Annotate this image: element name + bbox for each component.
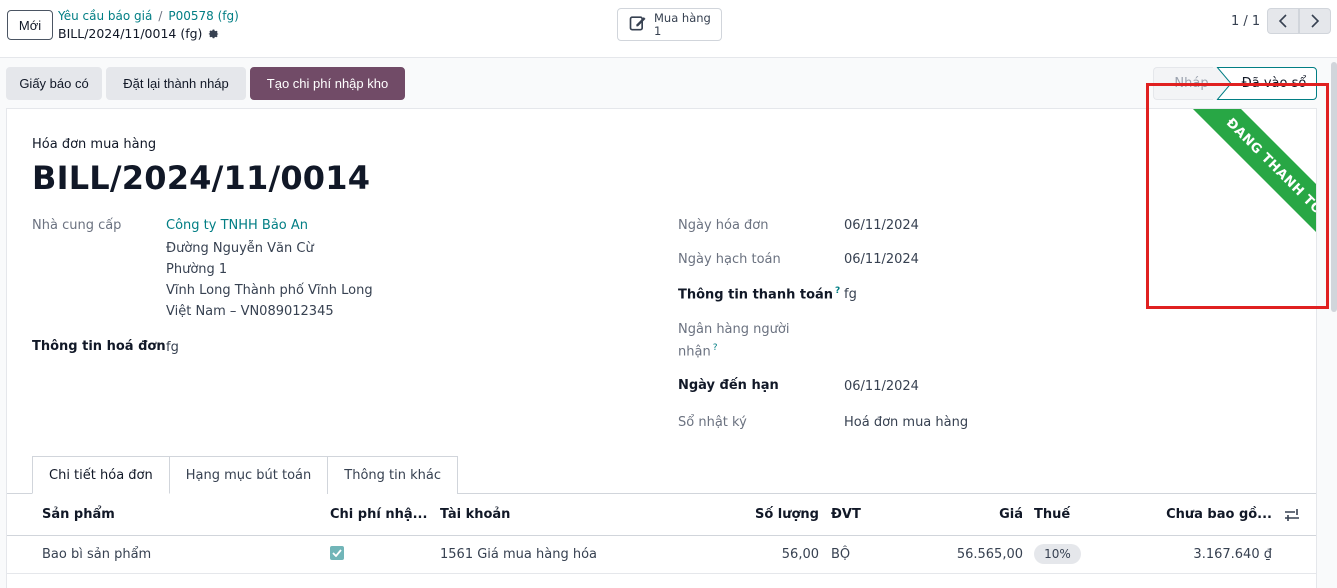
status-stages: Nháp Đã vào sổ	[1153, 67, 1317, 100]
notebook-tabs: Chi tiết hóa đơn Hạng mục bút toán Thông…	[32, 456, 458, 494]
row-price[interactable]: 56.565,00	[957, 547, 1023, 562]
column-header-subtotal[interactable]: Chưa bao gồ...	[1166, 507, 1272, 522]
smart-button-count: 1	[654, 23, 662, 38]
breadcrumb-order-link[interactable]: P00578 (fg)	[168, 9, 238, 23]
row-product[interactable]: Bao bì sản phẩm	[42, 547, 151, 562]
invoice-date-label: Ngày hóa đơn	[678, 218, 769, 233]
vendor-address-line: Vĩnh Long Thành phố Vĩnh Long	[166, 283, 373, 298]
chevron-right-icon	[1311, 14, 1320, 28]
create-landed-cost-button[interactable]: Tạo chi phí nhập kho	[250, 67, 405, 100]
column-header-quantity[interactable]: Số lượng	[755, 507, 819, 522]
vendor-name[interactable]: Công ty TNHH Bảo An	[166, 218, 308, 233]
accounting-date-value[interactable]: 06/11/2024	[844, 252, 919, 267]
ribbon-label: ĐANG THANH TOÁN	[1185, 109, 1316, 271]
invoice-date-value[interactable]: 06/11/2024	[844, 218, 919, 233]
column-header-uom[interactable]: ĐVT	[831, 507, 861, 522]
stage-posted[interactable]: Đã vào sổ	[1217, 67, 1317, 100]
smart-button-label: Mua hàng	[654, 10, 711, 25]
new-button[interactable]: Mới	[7, 10, 53, 40]
due-date-value[interactable]: 06/11/2024	[844, 379, 919, 394]
help-icon[interactable]: ?	[713, 343, 718, 353]
payment-reference-label: Thông tin thanh toán?	[678, 286, 841, 303]
journal-value[interactable]: Hoá đơn mua hàng	[844, 415, 968, 430]
vendor-address-line: Phường 1	[166, 262, 228, 277]
vendor-address-line: Đường Nguyễn Văn Cừ	[166, 241, 314, 256]
purchase-smart-button[interactable]: Mua hàng 1	[617, 8, 722, 41]
check-icon	[332, 549, 342, 557]
form-sheet: ĐANG THANH TOÁN Hóa đơn mua hàng BILL/20…	[6, 108, 1317, 588]
accounting-date-label: Ngày hạch toán	[678, 252, 781, 267]
table-row-divider	[7, 573, 1316, 574]
landed-cost-checkbox[interactable]	[330, 546, 344, 560]
due-date-label: Ngày đến hạn	[678, 378, 779, 393]
column-header-landed-cost[interactable]: Chi phí nhậ...	[330, 507, 427, 522]
column-settings-icon[interactable]	[1284, 508, 1300, 526]
chevron-left-icon	[1278, 14, 1287, 28]
record-title: BILL/2024/11/0014 (fg)	[58, 26, 220, 41]
payment-reference-value[interactable]: fg	[844, 287, 857, 302]
status-ribbon: ĐANG THANH TOÁN	[1146, 109, 1316, 279]
tab-journal-items[interactable]: Hạng mục bút toán	[168, 456, 329, 494]
row-account[interactable]: 1561 Giá mua hàng hóa	[440, 547, 597, 562]
row-subtotal: 3.167.640 ₫	[1193, 547, 1272, 562]
gear-icon[interactable]	[208, 28, 220, 40]
bill-reference-value[interactable]: fg	[166, 340, 179, 355]
stage-arrow-icon	[1213, 67, 1231, 100]
breadcrumb-parent-link[interactable]: Yêu cầu báo giá	[58, 9, 152, 23]
row-quantity[interactable]: 56,00	[782, 547, 819, 562]
vendor-address-line: Việt Nam – VN089012345	[166, 304, 334, 319]
table-header-divider	[7, 535, 1316, 536]
vendor-label: Nhà cung cấp	[32, 218, 122, 233]
pager-value[interactable]: 1 / 1	[1231, 14, 1260, 29]
column-header-product[interactable]: Sản phẩm	[42, 507, 115, 522]
pager-next-button[interactable]	[1299, 8, 1331, 34]
reset-to-draft-button[interactable]: Đặt lại thành nháp	[106, 67, 246, 100]
journal-label: Sổ nhật ký	[678, 415, 747, 430]
edit-icon	[628, 13, 648, 37]
row-tax-badge[interactable]: 10%	[1034, 544, 1081, 564]
help-icon[interactable]: ?	[835, 286, 840, 296]
row-uom[interactable]: BỘ	[831, 547, 850, 562]
tab-other-info[interactable]: Thông tin khác	[327, 456, 458, 494]
bill-reference-label: Thông tin hoá đơn	[32, 339, 166, 354]
recipient-bank-label: nhận?	[678, 343, 718, 360]
scrollbar[interactable]	[1331, 62, 1337, 312]
breadcrumb-separator: /	[158, 9, 163, 23]
pager-previous-button[interactable]	[1267, 8, 1299, 34]
breadcrumb: Yêu cầu báo giá / P00578 (fg)	[58, 9, 239, 23]
column-header-price[interactable]: Giá	[999, 507, 1023, 522]
recipient-bank-label-line1: Ngân hàng người	[678, 322, 790, 337]
column-header-account[interactable]: Tài khoản	[440, 507, 510, 522]
record-name: BILL/2024/11/0014 (fg)	[58, 26, 203, 41]
document-name: BILL/2024/11/0014	[32, 159, 371, 197]
control-panel: Mới Yêu cầu báo giá / P00578 (fg) BILL/2…	[0, 0, 1337, 58]
document-type: Hóa đơn mua hàng	[32, 137, 157, 152]
tab-invoice-lines[interactable]: Chi tiết hóa đơn	[32, 456, 170, 494]
credit-note-button[interactable]: Giấy báo có	[6, 67, 102, 100]
column-header-tax[interactable]: Thuế	[1034, 507, 1070, 522]
